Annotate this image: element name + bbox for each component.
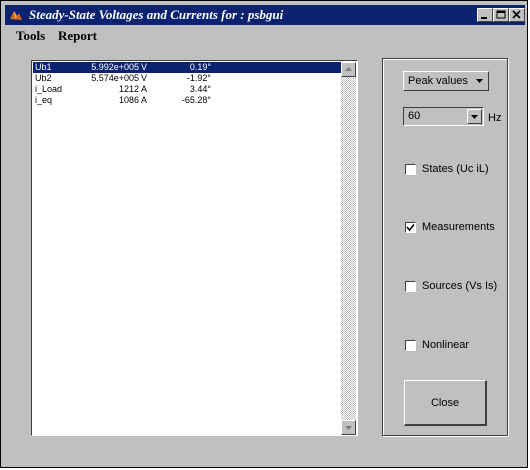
maximize-icon [496,10,506,19]
row-magnitude: 1086 [118,95,139,105]
minimize-icon [481,17,487,19]
frequency-unit-label: Hz [488,112,502,124]
row-angle: -65.28° [181,95,211,105]
row-magnitude: 5.992e+005 [91,62,139,72]
row-name: Ub1 [35,62,52,72]
chevron-down-icon [471,115,478,119]
sources-checkbox[interactable]: Sources (Vs Is) [405,279,530,295]
row-unit: V [141,73,148,83]
states-checkbox[interactable]: States (Uc iL) [405,162,530,178]
row-unit: A [141,95,148,105]
row-angle: -1.92° [186,73,211,83]
states-checkbox-box[interactable] [405,164,416,175]
results-listbox[interactable]: Ub1 5.992e+005 V 0.19° Ub2 5.574e+005 V … [31,60,358,436]
list-item[interactable]: i_Load 1212 A 3.44° [33,84,341,95]
close-button[interactable]: Close [404,380,487,426]
row-name: i_Load [35,84,63,94]
scroll-down-button[interactable] [341,420,356,435]
scroll-up-button[interactable] [341,62,356,77]
window-title: Steady-State Voltages and Currents for :… [29,7,284,22]
maximize-button[interactable] [493,8,509,22]
row-angle: 3.44° [189,84,211,94]
frequency-value: 60 [408,110,421,122]
menu-report[interactable]: Report [58,28,97,44]
vertical-scrollbar[interactable] [341,62,356,435]
title-bar[interactable]: Steady-State Voltages and Currents for :… [5,5,525,25]
row-unit: V [141,62,148,72]
row-angle: 0.19° [189,62,211,72]
close-icon [512,10,521,19]
list-item[interactable]: Ub2 5.574e+005 V -1.92° [33,73,341,84]
chevron-down-icon [476,79,483,83]
row-magnitude: 5.574e+005 [91,73,139,83]
menu-bar: Tools Report [5,27,525,45]
arrow-up-icon [345,67,352,71]
row-name: Ub2 [35,73,52,83]
row-unit: A [141,84,148,94]
sources-checkbox-label: Sources (Vs Is) [422,280,498,292]
value-type-value: Peak values [408,75,468,87]
frequency-select[interactable]: 60 [403,107,484,126]
checkmark-icon [406,223,415,232]
close-window-button[interactable] [509,8,525,22]
measurements-checkbox-box[interactable] [405,222,416,233]
minimize-button[interactable] [477,8,493,22]
row-name: i_eq [35,95,53,105]
list-item[interactable]: i_eq 1086 A -65.28° [33,95,341,106]
nonlinear-checkbox-box[interactable] [405,340,416,351]
matlab-logo-icon [8,7,24,23]
frequency-dropdown-button[interactable] [467,109,482,124]
nonlinear-checkbox-label: Nonlinear [422,339,470,351]
measurements-checkbox-label: Measurements [422,221,495,233]
menu-tools[interactable]: Tools [16,28,45,44]
arrow-down-icon [345,426,352,430]
sources-checkbox-box[interactable] [405,281,416,292]
app-window: Steady-State Voltages and Currents for :… [0,0,528,468]
list-item[interactable]: Ub1 5.992e+005 V 0.19° [33,62,341,73]
row-magnitude: 1212 [118,84,139,94]
value-type-dropdown[interactable]: Peak values [403,71,489,91]
states-checkbox-label: States (Uc iL) [422,163,489,175]
nonlinear-checkbox[interactable]: Nonlinear [405,338,530,354]
measurements-checkbox[interactable]: Measurements [405,220,530,236]
